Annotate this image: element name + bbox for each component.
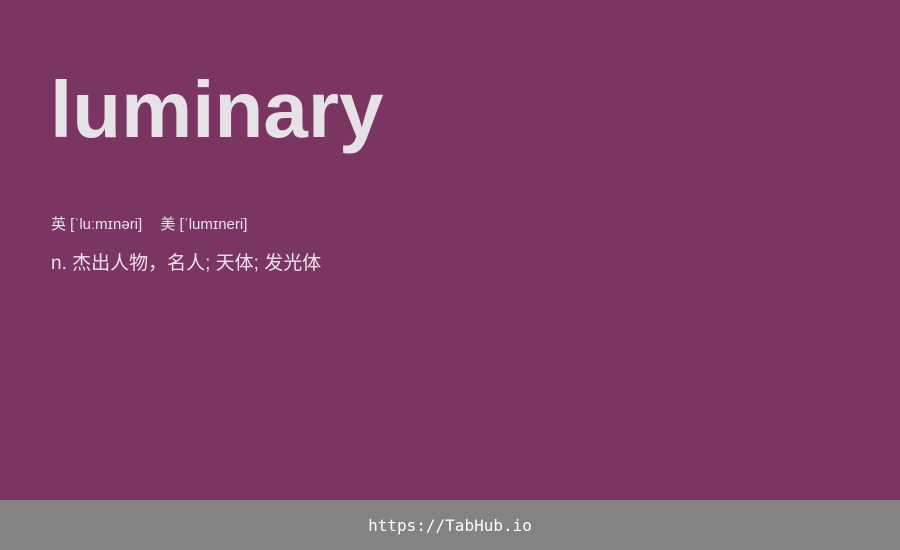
footer: https://TabHub.io bbox=[0, 500, 900, 550]
pronunciation-uk: 英 [ˈluːmɪnəri] bbox=[51, 216, 143, 233]
word-title: luminary bbox=[50, 65, 384, 154]
pronunciation: 英 [ˈluːmɪnəri] 美 [ˈlumɪneri] bbox=[51, 213, 261, 234]
tabhub-link[interactable]: https://TabHub.io bbox=[368, 516, 532, 535]
definition: n. 杰出人物，名人; 天体; 发光体 bbox=[51, 253, 322, 274]
pronunciation-us: 美 [ˈlumɪneri] bbox=[160, 216, 248, 233]
